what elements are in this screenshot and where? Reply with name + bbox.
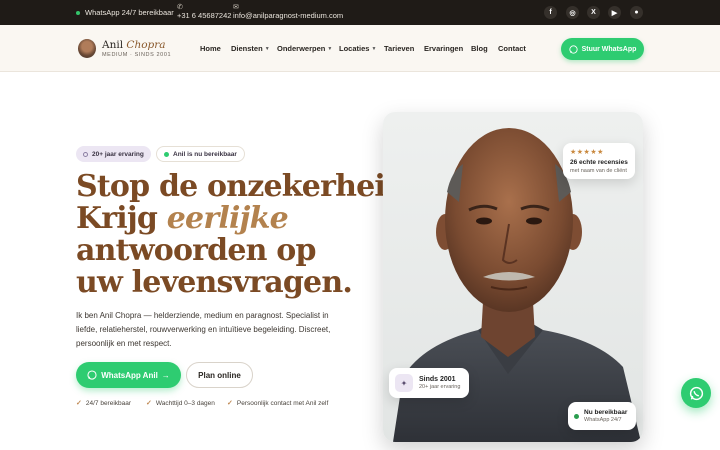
plan-online-button[interactable]: Plan online [186, 362, 253, 388]
rating-stars: ★★★★★ [570, 149, 604, 156]
nav-item-ervaringen[interactable]: Ervaringen [424, 44, 463, 53]
feature-check-3: ✓ Persoonlijk contact met Anil zelf [227, 399, 329, 408]
check-icon: ✓ [76, 400, 82, 407]
nav-item-diensten[interactable]: Diensten ▼ [231, 44, 270, 53]
reviews-title: 26 echte recensies [570, 159, 628, 166]
chevron-down-icon: ▼ [327, 45, 333, 52]
header-whatsapp-label: Stuur WhatsApp [581, 45, 637, 53]
brand-first-name: Anil [102, 39, 124, 51]
nav-item-tarieven[interactable]: Tarieven [384, 44, 414, 53]
feature-check-2: ✓ Wachttijd 0–3 dagen [146, 399, 215, 408]
phone-icon: ✆ [177, 4, 183, 11]
nav-item-locaties[interactable]: Locaties ▼ [339, 44, 376, 53]
whatsapp-icon [568, 44, 578, 54]
since-subtitle: 20+ jaar ervaring [419, 384, 461, 390]
brand-logo[interactable]: Anil Chopra [102, 39, 166, 51]
arrow-right-icon: → [161, 370, 170, 380]
available-now-subtitle: WhatsApp 24/7 [584, 417, 622, 423]
headline-line-1: Stop de onzekerheid. [76, 169, 416, 204]
phone-link[interactable]: ✆ +31 6 45687242 [177, 4, 231, 20]
availability-info: WhatsApp 24/7 bereikbaar [76, 0, 174, 25]
experience-badge: 20+ jaar ervaring [76, 146, 151, 162]
nav-item-blog[interactable]: Blog [471, 44, 488, 53]
reviews-subtitle: met naam van de cliënt [570, 168, 627, 174]
chevron-down-icon: ▼ [264, 45, 270, 52]
chevron-down-icon: ▼ [371, 45, 377, 52]
check-icon: ✓ [227, 400, 233, 407]
availability-badge: Anil is nu bereikbaar [156, 146, 245, 162]
online-dot-icon [76, 10, 80, 15]
headline-line-3: antwoorden op [76, 233, 316, 268]
floating-whatsapp-button[interactable] [681, 378, 711, 408]
avatar [78, 39, 96, 58]
email-address: info@anilparagnost-medium.com [233, 11, 344, 20]
available-now-title: Nu bereikbaar [584, 409, 628, 416]
online-dot-icon [574, 413, 579, 419]
instagram-icon[interactable]: ◎ [566, 6, 579, 19]
reddit-icon[interactable]: ● [630, 6, 643, 19]
sparkle-icon: ✦ [395, 374, 413, 392]
circle-icon [83, 151, 88, 157]
whatsapp-anil-button[interactable]: WhatsApp Anil → [76, 362, 181, 388]
hero-headline: Stop de onzekerheid. Krijg eerlijke antw… [76, 169, 416, 300]
online-dot-icon [164, 151, 169, 157]
check-icon: ✓ [146, 400, 152, 407]
top-bar: WhatsApp 24/7 bereikbaar ✆ +31 6 4568724… [0, 0, 720, 25]
availability-text: WhatsApp 24/7 bereikbaar [85, 8, 174, 17]
reviews-card: ★★★★★ 26 echte recensies met naam van de… [563, 143, 635, 179]
youtube-icon[interactable]: ▶ [608, 6, 621, 19]
phone-number: +31 6 45687242 [177, 11, 232, 20]
available-now-card: Nu bereikbaar WhatsApp 24/7 [568, 402, 636, 430]
headline-line-2: Krijg eerlijke [76, 201, 289, 236]
since-card: ✦ Sinds 2001 20+ jaar ervaring [389, 368, 469, 398]
feature-check-1: ✓ 24/7 bereikbaar [76, 399, 132, 408]
headline-line-4: uw levensvragen. [76, 265, 353, 300]
site-header: Anil Chopra MEDIUM · SINDS 2001 Home Die… [0, 25, 720, 72]
hero-intro: Ik ben Anil Chopra — helderziende, mediu… [76, 311, 331, 348]
brand-tagline: MEDIUM · SINDS 2001 [102, 52, 172, 58]
whatsapp-icon [689, 386, 703, 400]
header-whatsapp-button[interactable]: Stuur WhatsApp [561, 38, 644, 60]
nav-item-home[interactable]: Home [200, 44, 221, 53]
email-link[interactable]: ✉ info@anilparagnost-medium.com [233, 4, 343, 20]
mail-icon: ✉ [233, 4, 239, 11]
whatsapp-icon [87, 370, 97, 380]
headline-emphasis: eerlijke [166, 201, 289, 236]
facebook-icon[interactable]: f [544, 6, 557, 19]
nav-item-contact[interactable]: Contact [498, 44, 526, 53]
x-icon[interactable]: X [587, 6, 600, 19]
since-title: Sinds 2001 [419, 376, 456, 383]
brand-last-name: Chopra [126, 39, 166, 51]
nav-item-onderwerpen[interactable]: Onderwerpen ▼ [277, 44, 332, 53]
